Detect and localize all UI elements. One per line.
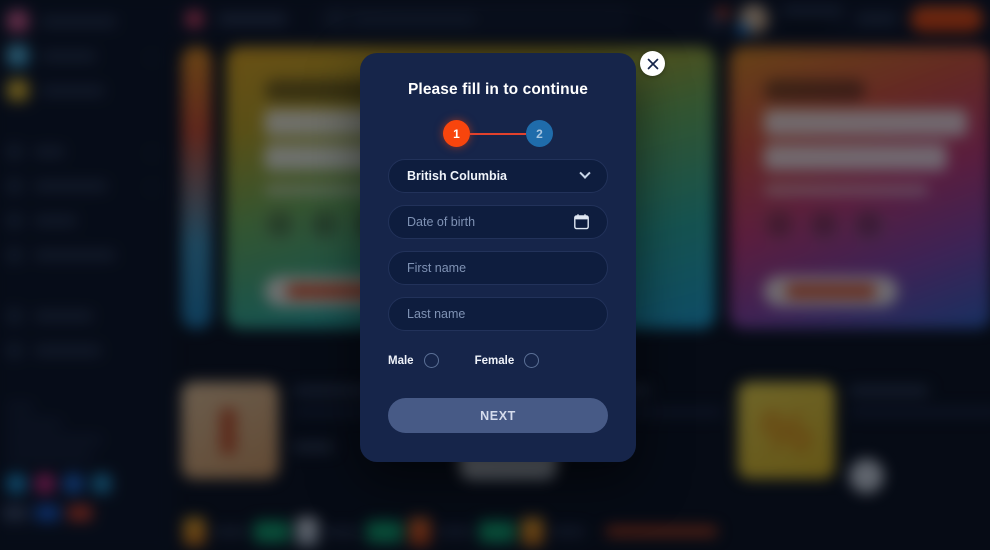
step-2[interactable]: 2 [526,120,553,147]
modal-title: Please fill in to continue [407,81,589,98]
step-1[interactable]: 1 [443,120,470,147]
gender-female-label[interactable]: Female [475,355,515,367]
step-connector [470,132,526,135]
calendar-icon[interactable] [574,214,589,230]
close-icon[interactable] [640,51,665,76]
date-of-birth-field[interactable] [388,205,608,239]
last-name-input[interactable] [407,307,589,321]
first-name-field[interactable] [388,251,608,285]
registration-modal: Please fill in to continue 1 2 British C… [360,51,665,462]
last-name-field[interactable] [388,297,608,331]
app-root: Please fill in to continue 1 2 British C… [0,0,990,550]
province-select[interactable]: British Columbia [388,159,608,193]
gender-female-radio[interactable] [524,353,540,368]
gender-group: Male Female [388,353,608,368]
gender-male-radio[interactable] [423,353,439,368]
step-indicator: 1 2 [388,120,608,147]
chevron-down-icon [579,167,591,179]
date-of-birth-input[interactable] [407,215,574,229]
province-select-value: British Columbia [407,169,508,183]
gender-male-label[interactable]: Male [388,355,414,367]
next-button[interactable]: NEXT [388,398,608,433]
first-name-input[interactable] [407,261,589,275]
